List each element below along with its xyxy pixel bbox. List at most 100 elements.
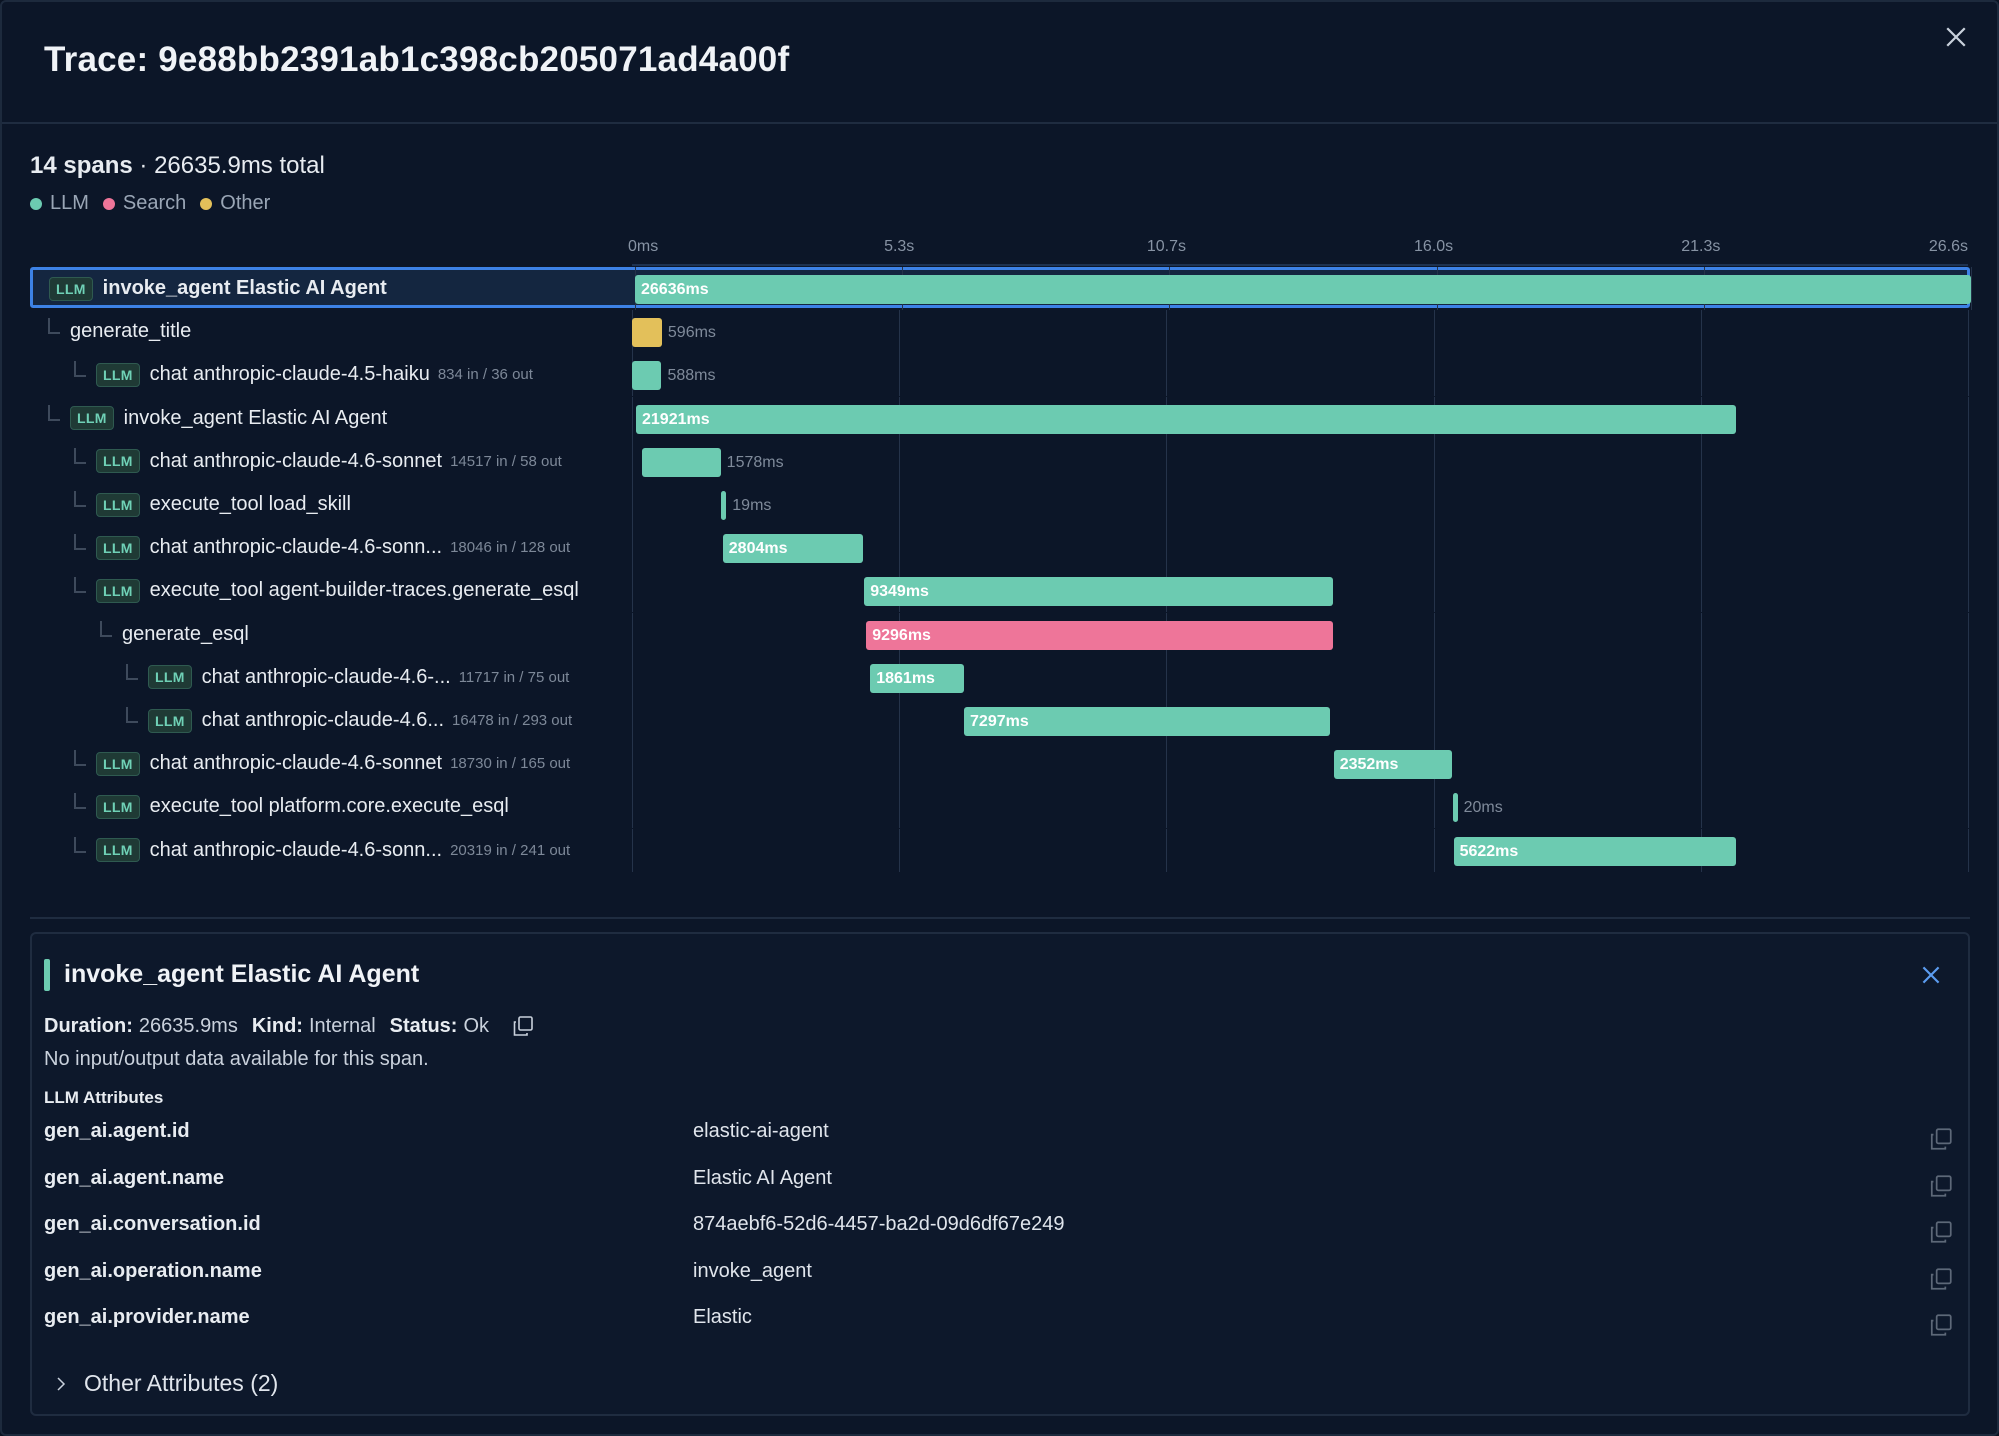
copy-icon[interactable]	[1928, 1173, 1954, 1199]
grid-line	[632, 785, 633, 829]
attribute-value: 874aebf6-52d6-4457-ba2d-09d6df67e249	[693, 1213, 1065, 1235]
grid-line	[1166, 828, 1168, 872]
copy-icon[interactable]	[1928, 1219, 1954, 1245]
grid-line	[1700, 655, 1702, 699]
kind-label: Kind:	[251, 1014, 303, 1037]
span-row[interactable]: LLM chat anthropic-claude-4.6-sonn... 1804…	[30, 526, 1970, 570]
tree-connector	[74, 491, 86, 507]
grid-line	[1968, 483, 1969, 526]
grid-line	[1433, 353, 1435, 397]
span-row[interactable]: LLM chat anthropic-claude-4.6-... 11717 in…	[30, 655, 1970, 699]
legend-label: Other	[220, 192, 271, 214]
span-label: LLM chat anthropic-claude-4.6-sonnet 18730…	[96, 742, 570, 785]
span-label: LLM chat anthropic-claude-4.6-sonn... 1804…	[96, 526, 570, 569]
span-bar[interactable]	[864, 577, 1334, 607]
attribute-row: gen_ai.conversation.id 874aebf6-52d6-4457…	[44, 1213, 1954, 1253]
span-bar[interactable]	[866, 620, 1333, 650]
span-row[interactable]: LLM chat anthropic-claude-4.5-haiku 834 in…	[30, 353, 1970, 397]
attribute-key: gen_ai.agent.id	[44, 1120, 190, 1142]
span-row[interactable]: LLM invoke_agent Elastic AI Agent 21921ms	[30, 396, 1970, 440]
grid-line	[632, 526, 633, 570]
axis-tick-label: 10.7s	[1146, 238, 1186, 255]
llm-badge: LLM	[96, 578, 140, 603]
llm-badge: LLM	[96, 751, 140, 776]
kind-value: Internal	[308, 1014, 376, 1037]
grid-line	[1968, 396, 1969, 440]
attribute-row: gen_ai.agent.name Elastic AI Agent	[44, 1167, 1954, 1207]
close-icon[interactable]	[1941, 22, 1971, 52]
span-duration-label: 1861ms	[876, 669, 935, 687]
grid-line	[1433, 828, 1435, 872]
grid-line	[1433, 699, 1435, 742]
grid-line	[1700, 353, 1702, 397]
grid-line	[1968, 353, 1969, 397]
span-bar[interactable]	[636, 404, 1736, 434]
span-row[interactable]: LLM chat anthropic-claude-4.6-sonnet 14517…	[30, 439, 1970, 483]
llm-badge: LLM	[96, 362, 140, 387]
grid-line	[632, 699, 633, 742]
span-bar[interactable]	[632, 361, 662, 391]
span-row[interactable]: LLM invoke_agent Elastic AI Agent 26636ms	[30, 267, 1972, 310]
span-bar[interactable]	[632, 318, 662, 348]
span-row[interactable]: LLM chat anthropic-claude-4.6-sonnet 18730…	[30, 742, 1970, 786]
grid-line	[1700, 742, 1702, 786]
copy-icon[interactable]	[511, 1014, 535, 1038]
grid-line	[1968, 612, 1969, 656]
span-label: LLM chat anthropic-claude-4.5-haiku 834 in…	[96, 353, 533, 396]
grid-line	[1166, 310, 1168, 354]
llm-badge: LLM	[70, 406, 114, 431]
span-details-panel: invoke_agent Elastic AI Agent Duration: …	[30, 932, 1970, 1416]
span-label: LLM invoke_agent Elastic AI Agent	[49, 267, 387, 310]
span-row[interactable]: generate_esql 9296ms	[30, 612, 1970, 656]
grid-line	[1968, 439, 1969, 483]
tree-connector	[74, 534, 86, 551]
grid-line	[1700, 785, 1702, 829]
copy-icon[interactable]	[1928, 1126, 1954, 1152]
llm-badge: LLM	[96, 794, 140, 819]
axis-tick-label: 16.0s	[1414, 238, 1454, 255]
span-name: generate_esql	[122, 622, 249, 645]
span-duration-label: 7297ms	[970, 713, 1029, 730]
span-bar[interactable]	[635, 275, 1971, 304]
duration-value: 26635.9ms	[138, 1014, 238, 1037]
grid-line	[899, 828, 901, 872]
attribute-key: gen_ai.conversation.id	[44, 1213, 261, 1235]
other-attributes-toggle[interactable]: Other Attributes (2)	[52, 1370, 278, 1397]
span-bar[interactable]	[721, 491, 727, 520]
token-count: 18046 in / 128 out	[450, 539, 571, 557]
grid-line	[1968, 310, 1969, 354]
span-duration-label: 19ms	[732, 497, 772, 514]
axis-tick-label: 5.3s	[884, 238, 915, 255]
token-count: 834 in / 36 out	[437, 366, 533, 384]
token-count: 20319 in / 241 out	[450, 841, 571, 859]
span-row[interactable]: generate_title 596ms	[30, 310, 1970, 354]
span-row[interactable]: LLM execute_tool load_skill 19ms	[30, 483, 1970, 526]
tree-connector	[48, 318, 60, 335]
grid-line	[1968, 742, 1969, 786]
span-label: LLM chat anthropic-claude-4.6-sonnet 14517…	[96, 440, 562, 483]
grid-line	[632, 612, 633, 656]
span-row[interactable]: LLM execute_tool platform.core.execute_es…	[30, 785, 1970, 829]
grid-line	[632, 396, 633, 440]
status-value: Ok	[463, 1014, 490, 1037]
span-duration-label: 588ms	[667, 367, 716, 385]
span-row[interactable]: LLM chat anthropic-claude-4.6-sonn... 2031…	[30, 828, 1970, 872]
span-bar[interactable]	[641, 447, 721, 477]
span-duration-label: 9296ms	[872, 626, 931, 644]
copy-icon[interactable]	[1928, 1312, 1954, 1338]
grid-line	[1166, 742, 1168, 786]
span-label: LLM chat anthropic-claude-4.6-... 11717 in…	[148, 656, 569, 699]
span-bar[interactable]	[1452, 793, 1458, 823]
grid-line	[1433, 785, 1435, 829]
grid-line	[1166, 655, 1168, 699]
attribute-value: invoke_agent	[693, 1259, 812, 1282]
grid-line	[1700, 310, 1702, 354]
legend-item: Other	[200, 192, 270, 215]
close-details-icon[interactable]	[1918, 962, 1944, 988]
copy-icon[interactable]	[1928, 1266, 1954, 1292]
span-label: LLM invoke_agent Elastic AI Agent	[70, 397, 387, 440]
span-row[interactable]: LLM chat anthropic-claude-4.6... 16478 in …	[30, 699, 1970, 742]
status-label: Status:	[389, 1014, 458, 1037]
span-meta: Duration: 26635.9ms Kind: Internal Statu…	[44, 1014, 535, 1038]
span-row[interactable]: LLM execute_tool agent-builder-traces.gen…	[30, 569, 1970, 613]
